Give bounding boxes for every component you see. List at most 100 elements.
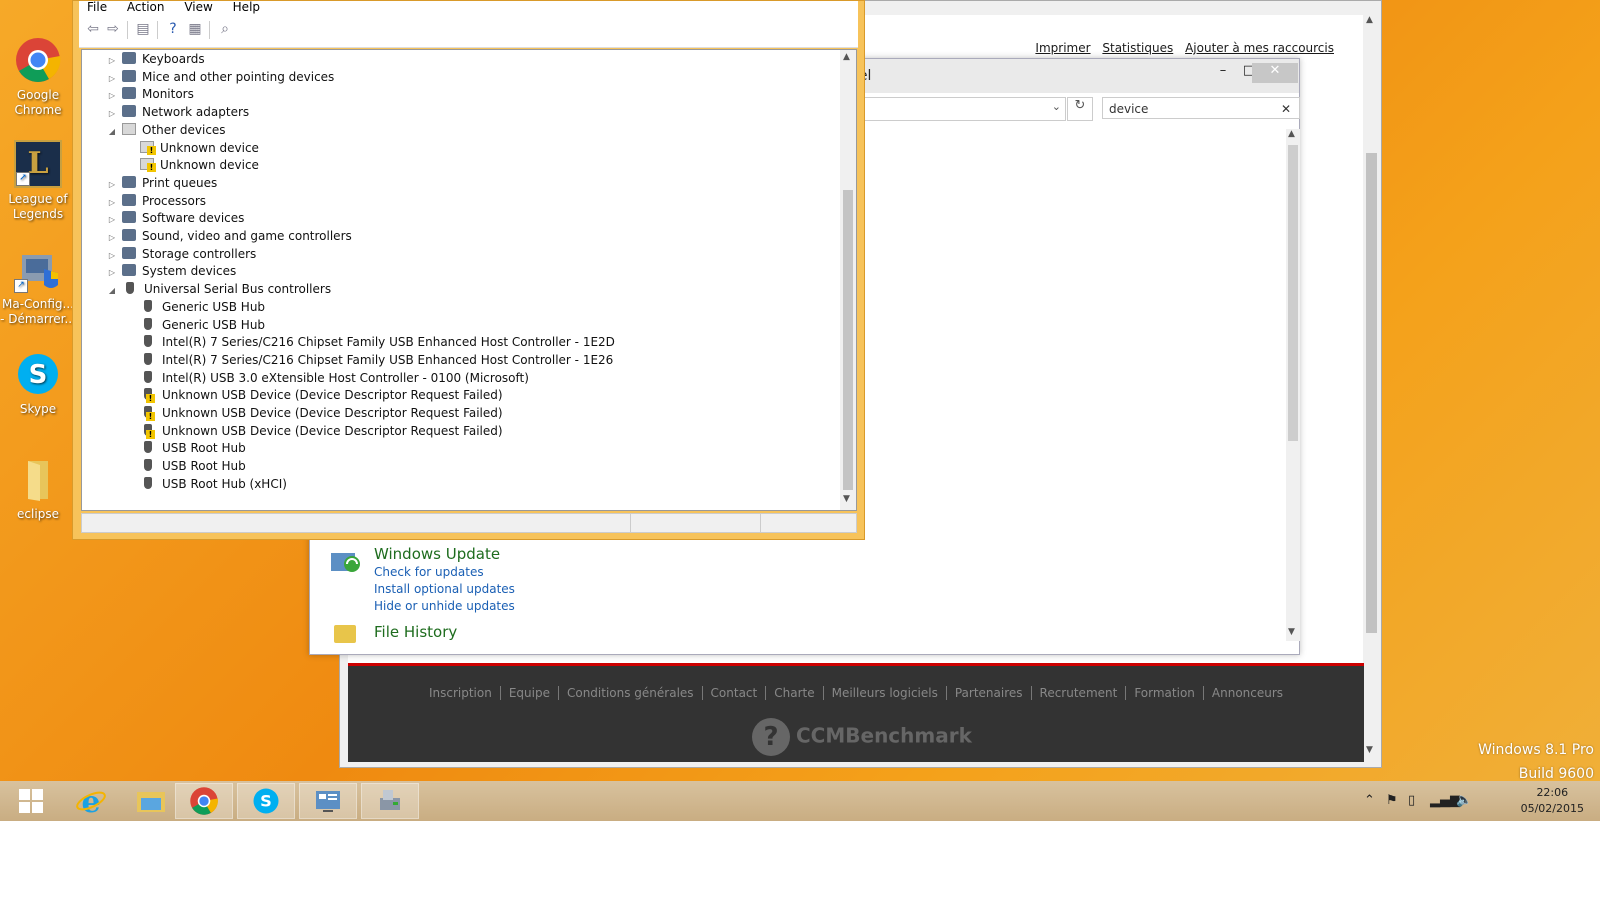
scroll-down-icon[interactable]: ▼ [1288, 627, 1295, 637]
link-statistiques[interactable]: Statistiques [1102, 41, 1173, 55]
search-input[interactable]: device ✕ [1102, 97, 1300, 119]
desktop-icon-league-of-legends[interactable]: L ↗ League of Legends [0, 140, 76, 222]
action-center-flag-icon[interactable]: ⚑ [1386, 793, 1398, 808]
file-history-title[interactable]: File History [374, 623, 457, 641]
back-arrow-icon[interactable]: ⇦ [85, 21, 101, 37]
browser-scrollbar-thumb[interactable] [1366, 153, 1377, 633]
chevron-down-icon[interactable]: ⌄ [1052, 100, 1061, 113]
menu-view[interactable]: View [184, 0, 212, 14]
control-panel-scrollbar[interactable]: ▲ ▼ [1286, 129, 1300, 641]
refresh-icon[interactable]: ↻ [1067, 97, 1093, 121]
forward-arrow-icon[interactable]: ⇨ [105, 21, 121, 37]
scroll-up-icon[interactable]: ▲ [1366, 15, 1373, 25]
tree-item[interactable]: ▷ Network adapters [106, 103, 249, 121]
link-ajouter-raccourcis[interactable]: Ajouter à mes raccourcis [1185, 41, 1334, 55]
footer-link-recrutement[interactable]: Recrutement [1030, 686, 1126, 700]
close-button[interactable]: ✕ [1252, 63, 1298, 83]
link-check-for-updates[interactable]: Check for updates [374, 565, 484, 579]
address-bar[interactable]: ⌄ [850, 97, 1066, 121]
tree-item[interactable]: ▷ Keyboards [106, 50, 205, 68]
usb-icon-warning [144, 423, 155, 439]
menu-file[interactable]: File [87, 0, 107, 14]
tree-item[interactable]: USB Root Hub [124, 439, 246, 457]
tree-item[interactable]: Generic USB Hub [124, 298, 265, 316]
tree-item[interactable]: ▷ Mice and other pointing devices [106, 68, 334, 86]
tree-item-label: Software devices [142, 211, 245, 226]
power-icon[interactable]: ▯ [1408, 793, 1415, 808]
footer-link-partenaires[interactable]: Partenaires [945, 686, 1031, 700]
unknown-device-icon-warning [140, 140, 156, 155]
tree-item[interactable]: USB Root Hub (xHCI) [124, 475, 287, 493]
tree-item[interactable]: ▷ Sound, video and game controllers [106, 227, 352, 245]
minimize-button[interactable]: – [1210, 63, 1236, 83]
scan-hardware-icon[interactable]: ⌕ [217, 21, 233, 37]
tree-item-label: Generic USB Hub [162, 317, 266, 332]
desktop: Google Chrome L ↗ League of Legends ↗ Ma-… [0, 0, 1600, 820]
volume-icon[interactable]: 🔈 [1456, 793, 1472, 808]
windows-update-title[interactable]: Windows Update [374, 545, 500, 563]
show-hide-console-tree-icon[interactable]: ▤ [135, 21, 151, 37]
tree-item[interactable]: ▷ Storage controllers [106, 245, 256, 263]
tree-item[interactable]: Intel(R) USB 3.0 eXtensible Host Control… [124, 369, 529, 387]
scroll-down-icon[interactable]: ▼ [1366, 745, 1373, 755]
tree-item[interactable]: ▷ Processors [106, 192, 206, 210]
footer-link-charte[interactable]: Charte [765, 686, 823, 700]
device-tree-scrollbar-thumb[interactable] [843, 190, 853, 490]
scroll-up-icon[interactable]: ▲ [1288, 129, 1295, 139]
taskbar-skype[interactable]: S [237, 783, 295, 819]
desktop-icon-ma-config[interactable]: ↗ Ma-Config... - Démarrer... [0, 245, 76, 327]
tree-item[interactable]: Unknown USB Device (Device Descriptor Re… [124, 386, 503, 404]
footer-link-equipe[interactable]: Equipe [499, 686, 558, 700]
clear-search-icon[interactable]: ✕ [1281, 98, 1291, 120]
tree-item[interactable]: Unknown device [124, 156, 259, 174]
footer-link-meilleurs-logiciels[interactable]: Meilleurs logiciels [822, 686, 946, 700]
tree-item[interactable]: USB Root Hub [124, 457, 246, 475]
browser-scrollbar[interactable]: ▲ ▼ [1363, 13, 1379, 759]
link-hide-unhide-updates[interactable]: Hide or unhide updates [374, 599, 515, 613]
tree-item[interactable]: ◢ Universal Serial Bus controllers [106, 280, 331, 298]
link-install-optional-updates[interactable]: Install optional updates [374, 582, 515, 596]
taskbar-file-explorer[interactable] [122, 783, 180, 819]
tree-item-label: Storage controllers [142, 246, 257, 261]
tree-item-label: USB Root Hub (xHCI) [162, 476, 287, 491]
show-hidden-icons-chevron-icon[interactable]: ⌃ [1364, 793, 1375, 808]
device-tree-scrollbar[interactable]: ▲ ▼ [840, 50, 856, 510]
tree-item[interactable]: Unknown device [124, 139, 259, 157]
control-panel-scrollbar-thumb[interactable] [1288, 145, 1298, 441]
desktop-icon-chrome[interactable]: Google Chrome [0, 36, 76, 118]
taskbar-chrome[interactable] [175, 783, 233, 819]
taskbar-device-manager[interactable] [361, 783, 419, 819]
footer-link-formation[interactable]: Formation [1125, 686, 1203, 700]
tree-item[interactable]: ▷ Software devices [106, 209, 244, 227]
desktop-icon-skype[interactable]: S Skype [0, 350, 76, 417]
scroll-down-icon[interactable]: ▼ [843, 494, 850, 504]
scroll-up-icon[interactable]: ▲ [843, 52, 850, 62]
tree-item[interactable]: Intel(R) 7 Series/C216 Chipset Family US… [124, 351, 613, 369]
help-icon[interactable]: ? [165, 21, 181, 37]
tree-item[interactable]: Unknown USB Device (Device Descriptor Re… [124, 404, 503, 422]
tree-item[interactable]: Unknown USB Device (Device Descriptor Re… [124, 422, 503, 440]
footer-link-contact[interactable]: Contact [701, 686, 766, 700]
tree-item[interactable]: ▷ Print queues [106, 174, 217, 192]
taskbar-internet-explorer[interactable]: e [62, 783, 120, 820]
tree-item[interactable]: ◢ Other devices [106, 121, 226, 139]
start-button[interactable] [2, 783, 60, 819]
clock[interactable]: 22:06 05/02/2015 [1521, 785, 1584, 817]
properties-icon[interactable]: ▦ [187, 21, 203, 37]
collapse-arrow-icon[interactable]: ◢ [106, 282, 118, 300]
menu-action[interactable]: Action [127, 0, 165, 14]
internet-explorer-icon: e [76, 785, 106, 820]
footer-link-annonceurs[interactable]: Annonceurs [1202, 686, 1292, 700]
tree-item[interactable]: ▷ Monitors [106, 85, 194, 103]
collapse-arrow-icon[interactable]: ◢ [106, 123, 118, 141]
taskbar-control-panel[interactable] [299, 783, 357, 819]
menu-help[interactable]: Help [233, 0, 260, 14]
footer-link-inscription[interactable]: Inscription [421, 686, 500, 700]
footer-link-conditions[interactable]: Conditions générales [557, 686, 702, 700]
link-imprimer[interactable]: Imprimer [1035, 41, 1090, 55]
tree-item[interactable]: Intel(R) 7 Series/C216 Chipset Family US… [124, 333, 615, 351]
desktop-icon-eclipse[interactable]: eclipse [0, 455, 76, 522]
tree-item[interactable]: Generic USB Hub [124, 316, 265, 334]
usb-icon [144, 476, 152, 489]
tree-item[interactable]: ▷ System devices [106, 262, 236, 280]
